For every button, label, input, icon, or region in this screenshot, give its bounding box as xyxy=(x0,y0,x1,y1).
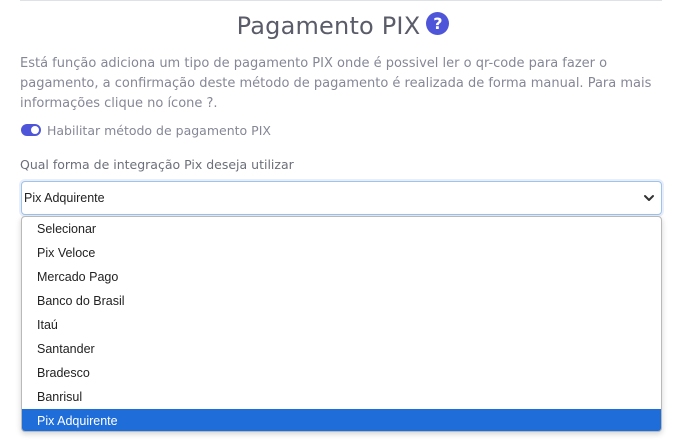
integration-select[interactable]: Pix Adquirente xyxy=(21,181,662,215)
option-banco-do-brasil[interactable]: Banco do Brasil xyxy=(22,289,661,313)
integration-field-label: Qual forma de integração Pix deseja util… xyxy=(20,157,294,172)
enable-pix-switch[interactable] xyxy=(21,124,41,136)
option-santander[interactable]: Santander xyxy=(22,337,661,361)
integration-dropdown-list: Selecionar Pix Veloce Mercado Pago Banco… xyxy=(21,216,662,432)
integration-select-value: Pix Adquirente xyxy=(24,191,105,205)
option-pix-adquirente[interactable]: Pix Adquirente xyxy=(22,409,661,431)
enable-pix-toggle-row: Habilitar método de pagamento PIX xyxy=(21,122,271,138)
help-question-icon[interactable]: ? xyxy=(426,11,450,35)
chevron-down-icon xyxy=(644,195,654,201)
option-mercado-pago[interactable]: Mercado Pago xyxy=(22,265,661,289)
option-bradesco[interactable]: Bradesco xyxy=(22,361,661,385)
enable-pix-label[interactable]: Habilitar método de pagamento PIX xyxy=(47,123,271,138)
option-banrisul[interactable]: Banrisul xyxy=(22,385,661,409)
page: Pagamento PIX ? Está função adiciona um … xyxy=(0,0,686,440)
switch-knob xyxy=(31,126,39,134)
description-text: Está função adiciona um tipo de pagament… xyxy=(20,56,652,111)
option-itau[interactable]: Itaú xyxy=(22,313,661,337)
option-pix-veloce[interactable]: Pix Veloce xyxy=(22,241,661,265)
top-divider xyxy=(20,0,662,1)
page-title: Pagamento PIX xyxy=(236,12,421,40)
option-selecionar[interactable]: Selecionar xyxy=(22,217,661,241)
title-row: Pagamento PIX ? xyxy=(0,10,686,42)
